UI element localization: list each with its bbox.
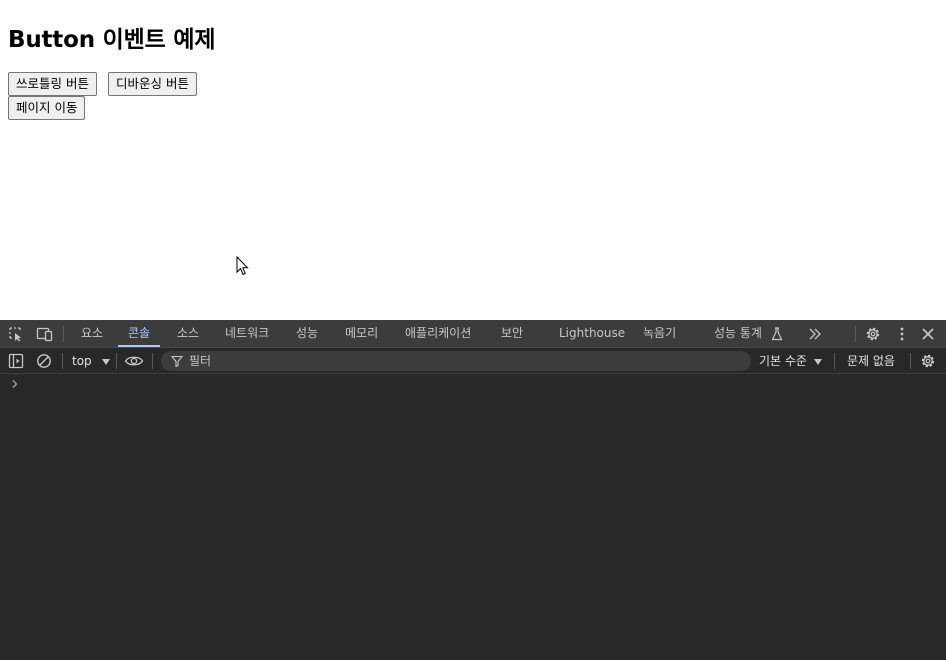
divider <box>116 353 117 369</box>
inspect-element-icon[interactable] <box>8 326 24 342</box>
tab-performance-insights[interactable]: 성능 통계 <box>714 320 762 347</box>
filter-placeholder: 필터 <box>189 354 212 368</box>
device-toolbar-icon[interactable] <box>36 326 53 342</box>
divider <box>62 353 63 369</box>
tab-memory[interactable]: 메모리 <box>345 320 378 347</box>
tab-security[interactable]: 보안 <box>501 320 523 347</box>
throttle-button[interactable]: 쓰로틀링 버튼 <box>8 72 97 96</box>
tab-network[interactable]: 네트워크 <box>225 320 269 347</box>
tab-recorder[interactable]: 녹음기 <box>643 320 676 347</box>
log-level-dropdown[interactable]: 기본 수준 <box>759 348 822 374</box>
divider <box>910 353 911 369</box>
caret-down-icon <box>101 348 110 374</box>
tab-sources[interactable]: 소스 <box>177 320 199 347</box>
console-prompt-chevron-right-icon[interactable] <box>11 378 19 392</box>
console-toolbar: top 필터 기본 수준 문제 없음 <box>0 348 946 374</box>
divider <box>152 353 153 369</box>
clear-console-icon[interactable] <box>36 353 52 369</box>
mouse-cursor-icon <box>236 255 250 280</box>
devtools-tab-bar: 요소 콘솔 소스 네트워크 성능 메모리 애플리케이션 보안 Lighthous… <box>0 320 946 348</box>
flask-icon <box>770 327 783 341</box>
tab-console[interactable]: 콘솔 <box>117 320 161 347</box>
context-selector[interactable]: top <box>72 348 110 374</box>
tab-application[interactable]: 애플리케이션 <box>405 320 471 347</box>
sidebar-toggle-icon[interactable] <box>8 353 24 369</box>
devtools-panel: 요소 콘솔 소스 네트워크 성능 메모리 애플리케이션 보안 Lighthous… <box>0 320 946 660</box>
context-label: top <box>72 354 92 368</box>
divider <box>855 326 856 342</box>
issues-counter[interactable]: 문제 없음 <box>847 348 895 374</box>
divider <box>63 326 64 342</box>
tab-performance[interactable]: 성능 <box>296 320 318 347</box>
web-page: Button 이벤트 예제 쓰로틀링 버튼 디바운싱 버튼 페이지 이동 <box>0 0 946 320</box>
eye-icon[interactable] <box>124 353 144 369</box>
page-title: Button 이벤트 예제 <box>8 27 216 53</box>
filter-funnel-icon <box>171 355 183 367</box>
log-level-label: 기본 수준 <box>759 354 807 368</box>
kebab-menu-icon[interactable] <box>894 326 910 342</box>
filter-input[interactable]: 필터 <box>161 351 751 371</box>
tab-lighthouse[interactable]: Lighthouse <box>559 320 625 347</box>
close-icon[interactable] <box>920 326 936 342</box>
debounce-button[interactable]: 디바운싱 버튼 <box>108 72 197 96</box>
navigate-button[interactable]: 페이지 이동 <box>8 96 86 120</box>
divider <box>834 353 835 369</box>
caret-down-icon <box>813 348 822 374</box>
tab-elements[interactable]: 요소 <box>81 320 103 347</box>
console-settings-gear-icon[interactable] <box>920 353 936 369</box>
gear-icon[interactable] <box>865 326 881 342</box>
more-tabs-icon[interactable] <box>807 326 823 342</box>
